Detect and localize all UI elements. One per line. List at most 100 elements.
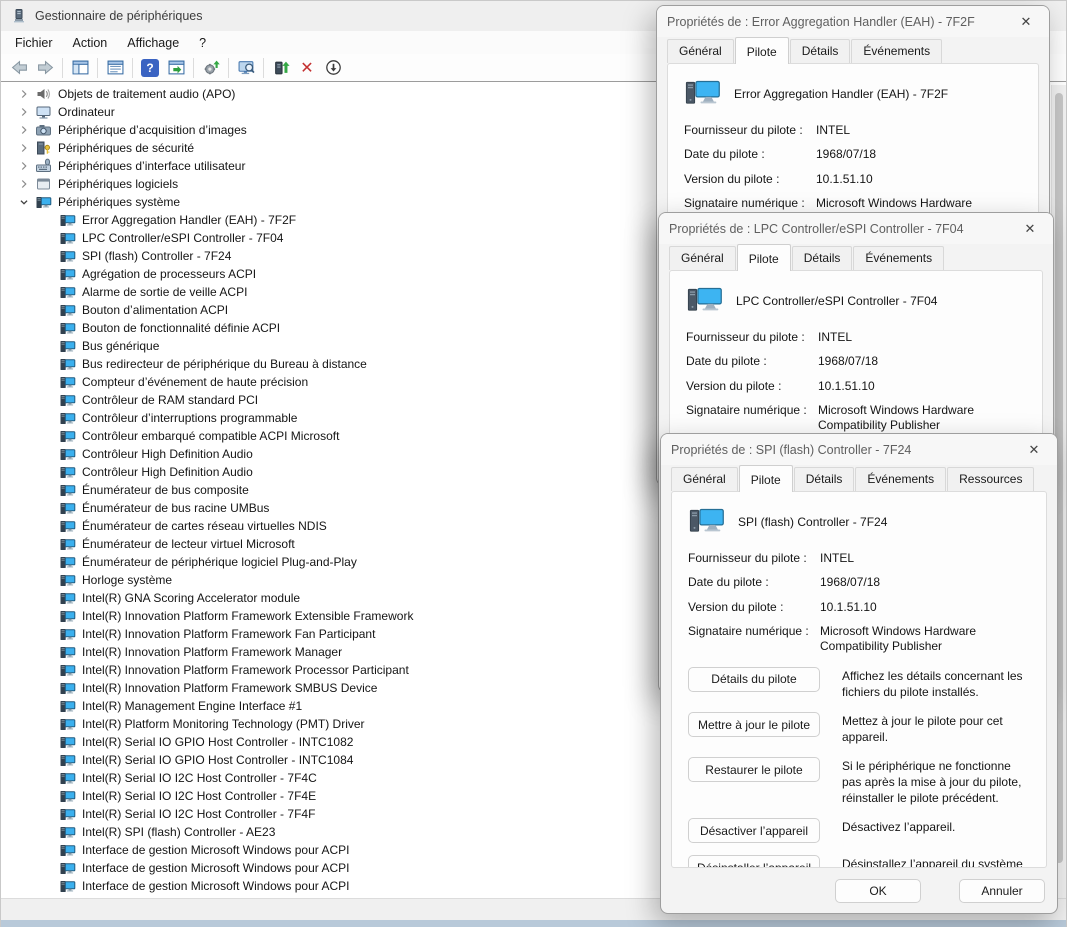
chevron-icon[interactable] [39,698,57,714]
field-label: Signataire numérique : [688,624,820,653]
chevron-icon[interactable] [15,104,33,120]
chevron-icon[interactable] [39,500,57,516]
ok-button[interactable]: OK [835,879,921,903]
close-icon[interactable]: ✕ [1017,442,1051,458]
device-icon [59,482,76,498]
chevron-icon[interactable] [39,536,57,552]
forward-icon[interactable] [32,56,58,80]
chevron-icon[interactable] [39,428,57,444]
chevron-icon[interactable] [39,662,57,678]
chevron-icon[interactable] [39,284,57,300]
tab[interactable]: Détails [794,467,855,491]
chevron-icon[interactable] [39,446,57,462]
chevron-icon[interactable] [39,608,57,624]
menu-item[interactable]: Affichage [117,33,189,53]
driver-field-row: Fournisseur du pilote : INTEL [686,330,1026,344]
cancel-button[interactable]: Annuler [959,879,1045,903]
show-hide-console-tree-icon[interactable] [67,56,93,80]
chevron-icon[interactable] [15,194,33,210]
chevron-icon[interactable] [39,626,57,642]
tab-strip: GénéralPiloteDétailsÉvénementsRessources [661,465,1057,491]
close-icon[interactable]: ✕ [1009,14,1043,30]
chevron-icon[interactable] [39,356,57,372]
tab[interactable]: Événements [853,246,944,270]
tab[interactable]: Ressources [947,467,1034,491]
scan-hardware-changes-icon[interactable] [198,56,224,80]
device-icon [59,680,76,696]
toolbar-separator [263,58,264,78]
chevron-icon[interactable] [39,878,57,894]
menu-item[interactable]: Fichier [5,33,63,53]
chevron-icon[interactable] [15,86,33,102]
tab[interactable]: Général [667,39,734,63]
chevron-icon[interactable] [39,338,57,354]
tab[interactable]: Pilote [737,244,791,271]
driver-action-button[interactable]: Détails du pilote [688,667,820,692]
chevron-icon[interactable] [39,770,57,786]
tab[interactable]: Général [669,246,736,270]
chevron-icon[interactable] [39,716,57,732]
field-value: INTEL [818,330,1026,344]
chevron-icon[interactable] [39,788,57,804]
update-driver-icon[interactable] [268,56,294,80]
chevron-icon[interactable] [39,752,57,768]
chevron-icon[interactable] [39,554,57,570]
device-icon [688,507,726,537]
device-icon [35,122,52,138]
chevron-icon[interactable] [39,302,57,318]
properties-icon[interactable] [102,56,128,80]
tab[interactable]: Pilote [735,37,789,64]
chevron-icon[interactable] [15,122,33,138]
chevron-icon[interactable] [39,644,57,660]
chevron-icon[interactable] [39,464,57,480]
device-icon [59,446,76,462]
tab[interactable]: Événements [851,39,942,63]
disable-device-icon[interactable] [320,56,346,80]
tree-item-label: Intel(R) GNA Scoring Accelerator module [82,591,300,605]
uninstall-device-icon[interactable]: ✕ [294,56,320,80]
driver-action-button[interactable]: Désinstaller l’appareil [688,855,820,868]
driver-action-button[interactable]: Mettre à jour le pilote [688,712,820,737]
device-icon [59,284,76,300]
chevron-icon[interactable] [39,590,57,606]
device-icon [59,554,76,570]
tab[interactable]: Détails [790,39,851,63]
chevron-icon[interactable] [39,860,57,876]
device-icon [59,410,76,426]
chevron-icon[interactable] [39,392,57,408]
menu-item[interactable]: ? [189,33,216,53]
chevron-icon[interactable] [39,680,57,696]
driver-action-button[interactable]: Désactiver l’appareil [688,818,820,843]
tree-item-label: Intel(R) Serial IO GPIO Host Controller … [82,753,353,767]
chevron-icon[interactable] [15,158,33,174]
chevron-icon[interactable] [39,806,57,822]
chevron-icon[interactable] [39,734,57,750]
tab[interactable]: Événements [855,467,946,491]
tab[interactable]: Détails [792,246,853,270]
tree-item-label: LPC Controller/eSPI Controller - 7F04 [82,231,283,245]
chevron-icon[interactable] [15,140,33,156]
chevron-icon[interactable] [39,842,57,858]
chevron-icon[interactable] [15,176,33,192]
tree-item-label: Horloge système [82,573,172,587]
tab[interactable]: Général [671,467,738,491]
back-icon[interactable] [6,56,32,80]
chevron-icon[interactable] [39,410,57,426]
driver-action-button[interactable]: Restaurer le pilote [688,757,820,782]
chevron-icon[interactable] [39,248,57,264]
chevron-icon[interactable] [39,572,57,588]
tab[interactable]: Pilote [739,465,793,492]
export-list-icon[interactable] [163,56,189,80]
chevron-icon[interactable] [39,374,57,390]
chevron-icon[interactable] [39,320,57,336]
chevron-icon[interactable] [39,266,57,282]
help-icon[interactable]: ? [141,59,159,77]
chevron-icon[interactable] [39,518,57,534]
chevron-icon[interactable] [39,482,57,498]
chevron-icon[interactable] [39,824,57,840]
chevron-icon[interactable] [39,212,57,228]
chevron-icon[interactable] [39,230,57,246]
close-icon[interactable]: ✕ [1013,221,1047,237]
menu-item[interactable]: Action [63,33,118,53]
search-computer-icon[interactable] [233,56,259,80]
